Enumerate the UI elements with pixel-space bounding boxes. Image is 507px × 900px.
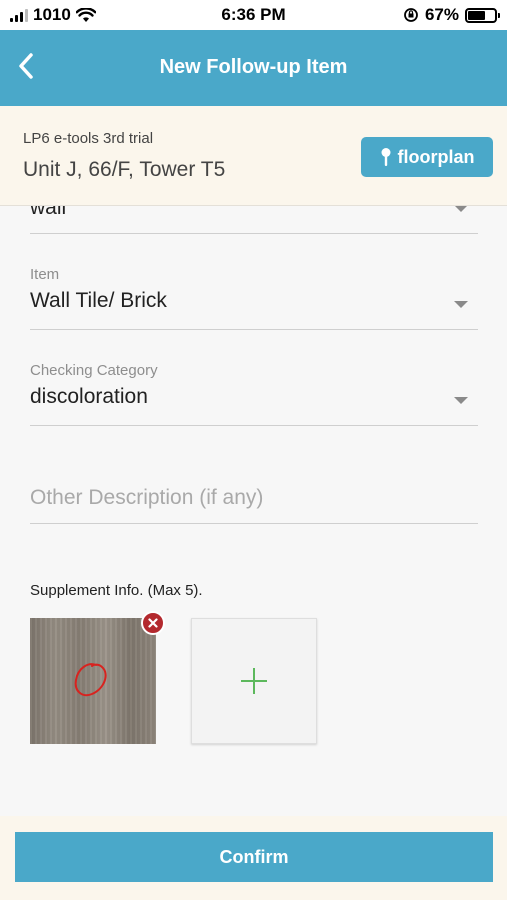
checking-category-field[interactable]: Checking Category discoloration: [30, 362, 478, 426]
battery-fill: [468, 10, 486, 20]
other-description-placeholder: Other Description (if any): [30, 486, 264, 509]
close-icon: [148, 618, 158, 628]
chevron-down-icon: [454, 301, 468, 308]
red-circle-mark: [74, 663, 107, 697]
nav-bar: New Follow-up Item: [0, 30, 507, 106]
pin-icon: [381, 148, 390, 166]
chevron-down-icon: [454, 206, 468, 212]
checking-category-value: discoloration: [30, 385, 148, 408]
page-title: New Follow-up Item: [159, 56, 348, 78]
other-description-field[interactable]: Other Description (if any): [30, 482, 478, 524]
add-photo-button[interactable]: [191, 618, 317, 744]
floorplan-button[interactable]: floorplan: [361, 137, 493, 177]
status-bar: 1010 6:36 PM 67%: [0, 0, 507, 30]
item-value: Wall Tile/ Brick: [30, 289, 167, 312]
item-field[interactable]: Item Wall Tile/ Brick: [30, 266, 478, 330]
supplement-label: Supplement Info. (Max 5).: [30, 582, 203, 599]
battery-icon: [465, 7, 500, 23]
location-field[interactable]: wall: [30, 206, 478, 234]
chevron-down-icon: [454, 397, 468, 404]
location-value: wall: [30, 206, 67, 219]
battery-percent: 67%: [424, 5, 459, 24]
item-label: Item: [30, 266, 60, 283]
photo-thumbnail[interactable]: [30, 618, 156, 744]
plus-icon: [241, 668, 267, 694]
bottom-bar: Confirm: [0, 816, 507, 900]
checking-category-label: Checking Category: [30, 362, 158, 379]
project-header: LP6 e-tools 3rd trial Unit J, 66/F, Towe…: [0, 106, 507, 206]
confirm-button[interactable]: Confirm: [15, 832, 493, 882]
status-right: 67%: [403, 5, 500, 25]
floorplan-label: floorplan: [397, 146, 475, 167]
project-name: LP6 e-tools 3rd trial: [23, 130, 154, 147]
follow-up-form: wall Item Wall Tile/ Brick Checking Cate…: [0, 206, 507, 816]
unit-name: Unit J, 66/F, Tower T5: [23, 158, 226, 181]
remove-photo-button[interactable]: [141, 611, 165, 635]
orientation-lock-icon: [404, 8, 418, 22]
